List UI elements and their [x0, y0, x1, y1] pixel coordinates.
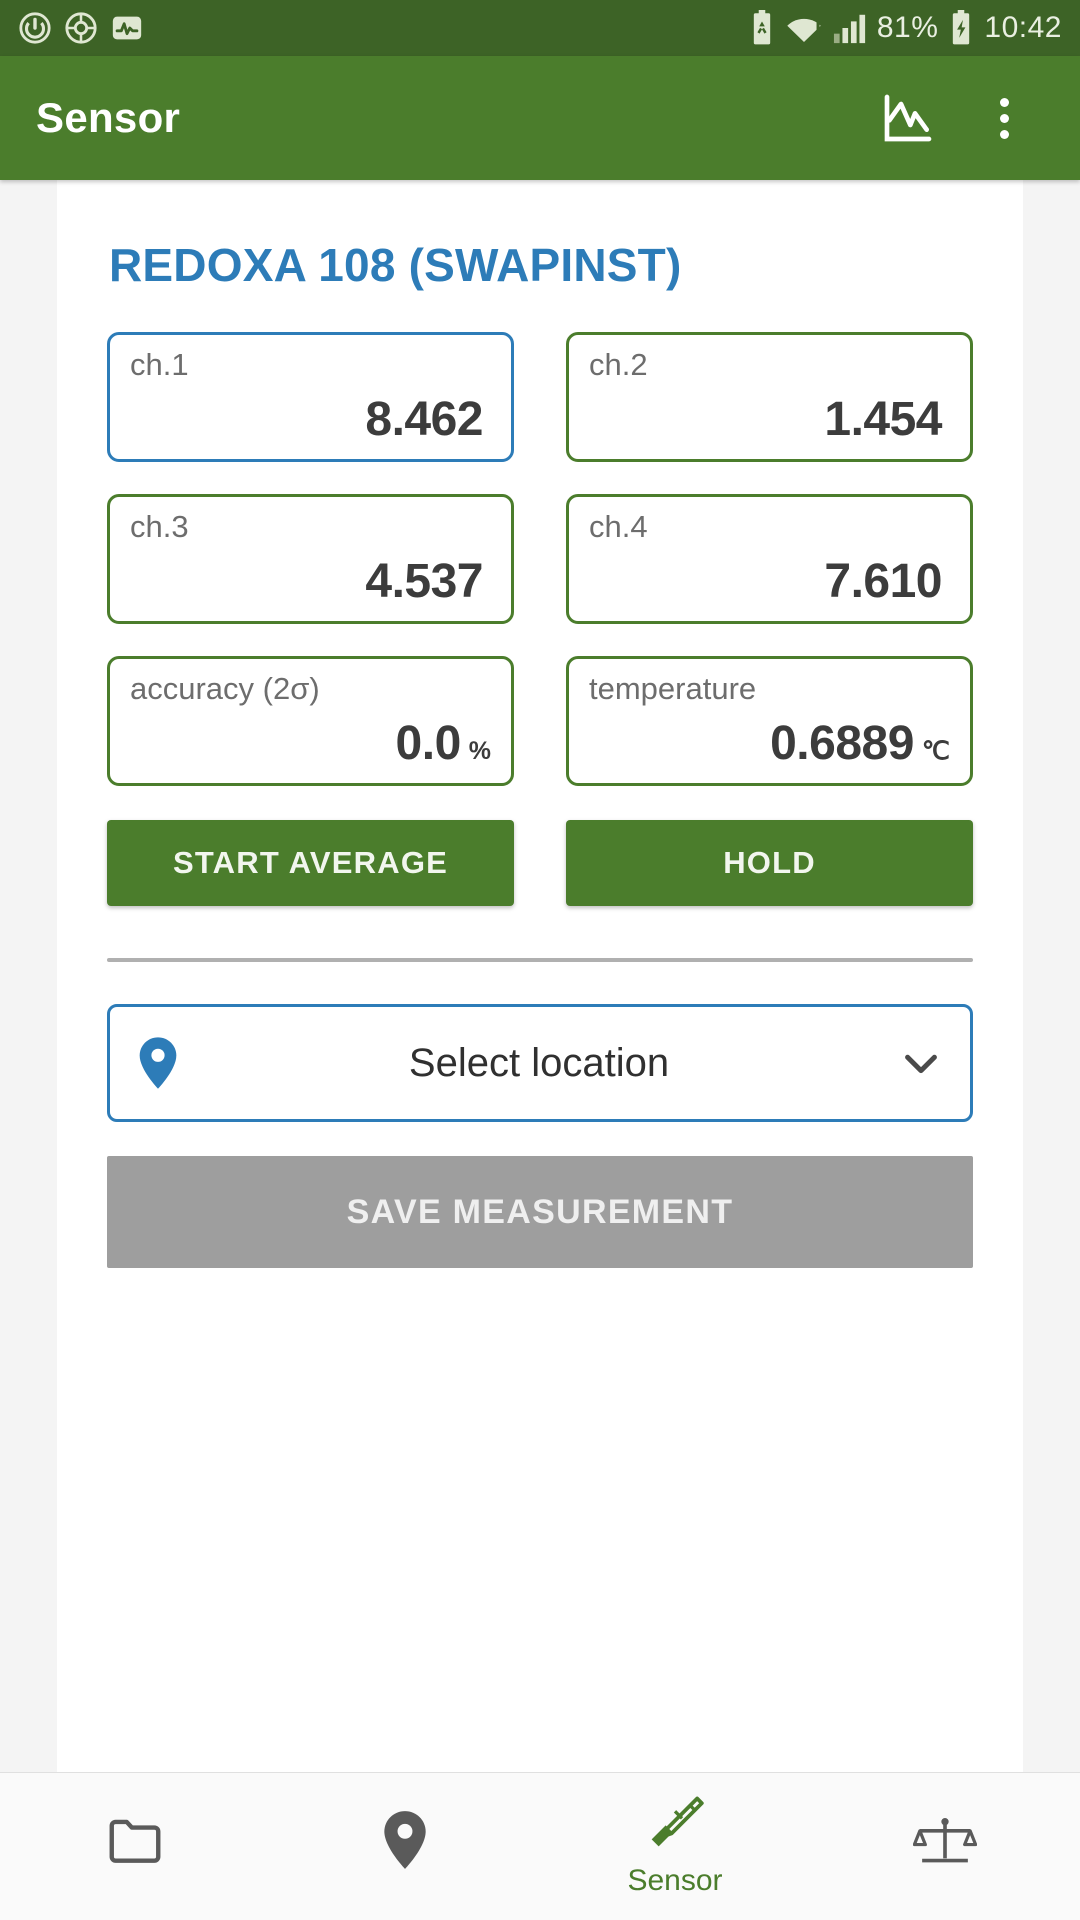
- measurement-value-row: 0.0 %: [130, 716, 491, 771]
- measurement-label: ch.3: [130, 509, 189, 544]
- measurement-value: 8.462: [365, 393, 483, 446]
- measurement-value: 4.537: [365, 555, 483, 608]
- section-divider: [107, 958, 973, 962]
- location-pin-icon: [378, 1809, 432, 1876]
- nav-item-sensor[interactable]: Sensor: [540, 1773, 810, 1920]
- wifi-warning-icon: [785, 12, 823, 44]
- location-select-label: Select location: [408, 1040, 670, 1085]
- content-scroll[interactable]: REDOXA 108 (SWAPINST) ch.1 8.462 ch.2 1.…: [0, 180, 1080, 1772]
- folder-icon: [104, 1809, 166, 1876]
- cellular-signal-icon: [833, 12, 867, 44]
- measurement-card-accuracy[interactable]: accuracy (2σ) 0.0 %: [107, 656, 514, 786]
- recycle-battery-icon: [749, 10, 775, 46]
- nav-item-locations[interactable]: [270, 1773, 540, 1920]
- status-bar-left-icons: [18, 11, 144, 45]
- save-measurement-button[interactable]: SAVE MEASUREMENT: [107, 1156, 973, 1268]
- measurement-card-temperature[interactable]: temperature 0.6889 ℃: [566, 656, 973, 786]
- nav-label: Sensor: [627, 1864, 723, 1897]
- device-title: REDOXA 108 (SWAPINST): [109, 239, 682, 291]
- measurement-card-ch3[interactable]: ch.3 4.537: [107, 494, 514, 624]
- hold-button[interactable]: HOLD: [566, 820, 973, 906]
- start-average-button[interactable]: START AVERAGE: [107, 820, 514, 906]
- content-sheet: REDOXA 108 (SWAPINST) ch.1 8.462 ch.2 1.…: [57, 180, 1023, 1772]
- power-circle-icon: [18, 11, 52, 45]
- pulse-chart-icon: [110, 11, 144, 45]
- radar-target-icon: [64, 11, 98, 45]
- measurement-card-ch2[interactable]: ch.2 1.454: [566, 332, 973, 462]
- measurement-unit: ℃: [921, 737, 950, 765]
- chart-icon[interactable]: [880, 90, 936, 146]
- measurement-label: temperature: [589, 671, 757, 706]
- measurement-value-row: 4.537: [130, 554, 491, 609]
- measurement-label: ch.2: [589, 347, 648, 382]
- measurement-value-row: 1.454: [589, 392, 950, 447]
- measurement-value: 0.6889: [770, 717, 914, 770]
- measurement-label: ch.1: [130, 347, 189, 382]
- content-inner: REDOXA 108 (SWAPINST) ch.1 8.462 ch.2 1.…: [57, 180, 1023, 1268]
- status-bar-right-icons: 81% 10:42: [749, 10, 1062, 46]
- clock-label: 10:42: [984, 11, 1062, 44]
- app-bar: Sensor: [0, 56, 1080, 180]
- measurement-grid: ch.1 8.462 ch.2 1.454 ch.3 4.537 ch.4 7.…: [107, 332, 973, 786]
- content-filler: [57, 1268, 1023, 1752]
- chevron-down-icon: [898, 1040, 944, 1086]
- measurement-value-row: 7.610: [589, 554, 950, 609]
- app-bar-actions: [880, 90, 1044, 146]
- charging-battery-icon: [948, 10, 974, 46]
- page-title: Sensor: [36, 94, 181, 141]
- battery-percent-label: 81%: [876, 11, 939, 44]
- measurement-value-row: 8.462: [130, 392, 491, 447]
- measurement-value-row: 0.6889 ℃: [589, 716, 950, 771]
- measurement-value: 7.610: [824, 555, 942, 608]
- action-button-row: START AVERAGE HOLD: [107, 820, 973, 906]
- status-bar: 81% 10:42: [0, 0, 1080, 56]
- scales-icon: [912, 1812, 978, 1873]
- measurement-label: accuracy (2σ): [130, 671, 320, 706]
- measurement-value: 1.454: [824, 393, 942, 446]
- app-root: 81% 10:42 Sensor REDOXA 108 (SWAPINST) c…: [0, 0, 1080, 1920]
- measurement-value: 0.0: [395, 717, 462, 770]
- sensor-pencil-icon: [644, 1795, 706, 1856]
- measurement-card-ch4[interactable]: ch.4 7.610: [566, 494, 973, 624]
- measurement-card-ch1[interactable]: ch.1 8.462: [107, 332, 514, 462]
- location-pin-icon: [136, 1035, 180, 1091]
- location-select[interactable]: Select location: [107, 1004, 973, 1122]
- overflow-menu-icon[interactable]: [976, 90, 1032, 146]
- measurement-unit: %: [468, 737, 491, 765]
- bottom-navigation: Sensor: [0, 1772, 1080, 1920]
- nav-item-calibration[interactable]: [810, 1773, 1080, 1920]
- nav-item-files[interactable]: [0, 1773, 270, 1920]
- measurement-label: ch.4: [589, 509, 648, 544]
